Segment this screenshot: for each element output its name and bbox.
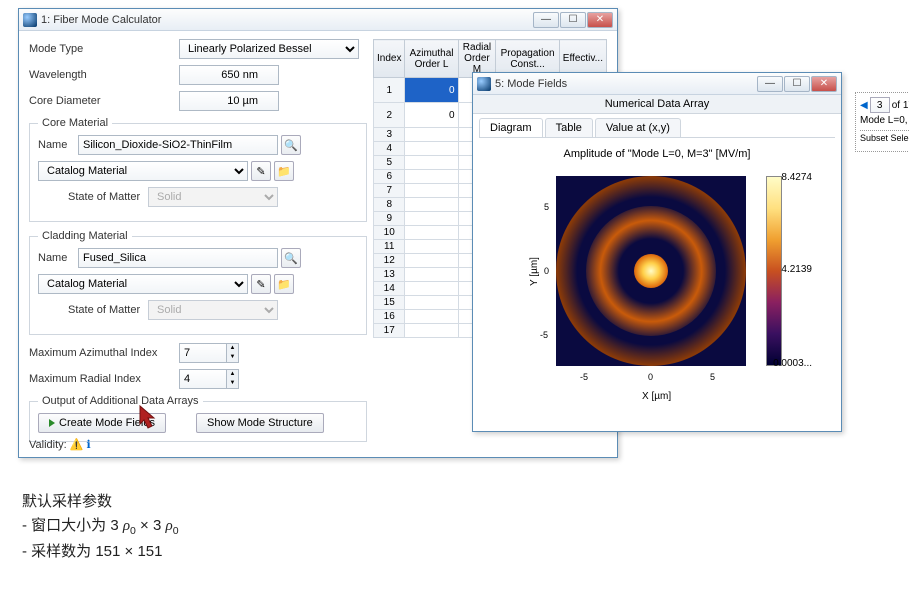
cladding-material-legend: Cladding Material: [38, 230, 132, 242]
show-mode-structure-button[interactable]: Show Mode Structure: [196, 413, 324, 433]
wavelength-label: Wavelength: [29, 69, 179, 81]
name-label: Name: [38, 139, 78, 151]
close-button[interactable]: ✕: [587, 12, 613, 28]
spin-up-icon[interactable]: ▲: [226, 370, 238, 379]
minimize-button[interactable]: —: [533, 12, 559, 28]
edit-icon[interactable]: ✎: [251, 274, 271, 294]
tabs: Diagram Table Value at (x,y): [479, 118, 835, 138]
colorbar-max: 8.4274: [781, 172, 812, 183]
tab-value-at-xy[interactable]: Value at (x,y): [595, 118, 681, 137]
output-arrays-group: Output of Additional Data Arrays Create …: [29, 395, 367, 442]
app-icon: [23, 13, 37, 27]
heatmap-chart[interactable]: 8.4274 4.2139 0.0003... X [µm] Y [µm] -5…: [502, 166, 812, 416]
output-legend: Output of Additional Data Arrays: [38, 395, 203, 407]
max-azimuthal-label: Maximum Azimuthal Index: [29, 347, 179, 359]
mode-label: Mode L=0, M=3: [860, 115, 909, 126]
subheader: Numerical Data Array: [473, 95, 841, 114]
core-material-name-input[interactable]: [78, 135, 278, 155]
create-mode-fields-button[interactable]: Create Mode Fields: [38, 413, 166, 433]
name-label: Name: [38, 252, 78, 264]
titlebar[interactable]: 5: Mode Fields — ☐ ✕: [473, 73, 841, 95]
state-of-matter-label: State of Matter: [38, 304, 148, 316]
mode-type-label: Mode Type: [29, 43, 179, 55]
play-icon: [49, 419, 55, 427]
edit-icon[interactable]: ✎: [251, 161, 271, 181]
maximize-button[interactable]: ☐: [784, 76, 810, 92]
y-axis-label: Y [µm]: [529, 257, 540, 286]
mode-type-select[interactable]: Linearly Polarized Bessel: [179, 39, 359, 59]
max-azimuthal-spinner[interactable]: ▲▼: [179, 343, 239, 363]
state-of-matter-label: State of Matter: [38, 191, 148, 203]
mode-fields-window: 5: Mode Fields — ☐ ✕ Numerical Data Arra…: [472, 72, 842, 432]
colorbar: [766, 176, 782, 366]
cladding-material-group: Cladding Material Name 🔍 Catalog Materia…: [29, 230, 367, 335]
core-diameter-label: Core Diameter: [29, 95, 179, 107]
validity-status: Validity: ⚠️ ℹ: [29, 438, 91, 451]
search-icon[interactable]: 🔍: [281, 135, 301, 155]
wavelength-input[interactable]: [179, 65, 279, 85]
page-inspector: ◀ of 17 ▶ Mode L=0, M=3 Subset Selection: [855, 92, 909, 152]
minimize-button[interactable]: —: [757, 76, 783, 92]
col-index[interactable]: Index: [374, 40, 405, 78]
heatmap-image: [556, 176, 746, 366]
folder-icon[interactable]: 📁: [274, 161, 294, 181]
catalog-material-select[interactable]: Catalog Material: [38, 274, 248, 294]
chart-title: Amplitude of "Mode L=0, M=3" [MV/m]: [483, 148, 831, 160]
cladding-material-name-input[interactable]: [78, 248, 278, 268]
state-of-matter-select: Solid: [148, 187, 278, 207]
spin-down-icon[interactable]: ▼: [226, 379, 238, 388]
colorbar-mid: 4.2139: [781, 264, 812, 275]
notes-text: 默认采样参数 - 窗口大小为 3 ρ0 × 3 ρ0 - 采样数为 151 × …: [22, 490, 179, 564]
prev-icon[interactable]: ◀: [860, 100, 868, 111]
window-title: 5: Mode Fields: [495, 78, 757, 90]
col-azimuthal[interactable]: Azimuthal Order L: [405, 40, 458, 78]
core-diameter-input[interactable]: [179, 91, 279, 111]
tab-diagram[interactable]: Diagram: [479, 118, 543, 137]
max-radial-label: Maximum Radial Index: [29, 373, 179, 385]
spin-up-icon[interactable]: ▲: [226, 344, 238, 353]
warning-icon: ⚠️: [70, 439, 84, 451]
catalog-material-select[interactable]: Catalog Material: [38, 161, 248, 181]
window-title: 1: Fiber Mode Calculator: [41, 14, 533, 26]
state-of-matter-select: Solid: [148, 300, 278, 320]
search-icon[interactable]: 🔍: [281, 248, 301, 268]
app-icon: [477, 77, 491, 91]
core-material-legend: Core Material: [38, 117, 112, 129]
page-input[interactable]: [870, 97, 890, 113]
colorbar-min: 0.0003...: [773, 358, 812, 369]
maximize-button[interactable]: ☐: [560, 12, 586, 28]
x-axis-label: X [µm]: [642, 391, 671, 402]
folder-icon[interactable]: 📁: [274, 274, 294, 294]
core-material-group: Core Material Name 🔍 Catalog Material ✎ …: [29, 117, 367, 222]
max-radial-spinner[interactable]: ▲▼: [179, 369, 239, 389]
titlebar[interactable]: 1: Fiber Mode Calculator — ☐ ✕: [19, 9, 617, 31]
spin-down-icon[interactable]: ▼: [226, 353, 238, 362]
page-total: of 17: [892, 100, 909, 111]
tab-table[interactable]: Table: [545, 118, 593, 137]
subset-selection[interactable]: Subset Selection: [860, 130, 909, 143]
close-button[interactable]: ✕: [811, 76, 837, 92]
info-icon[interactable]: ℹ: [87, 439, 91, 451]
